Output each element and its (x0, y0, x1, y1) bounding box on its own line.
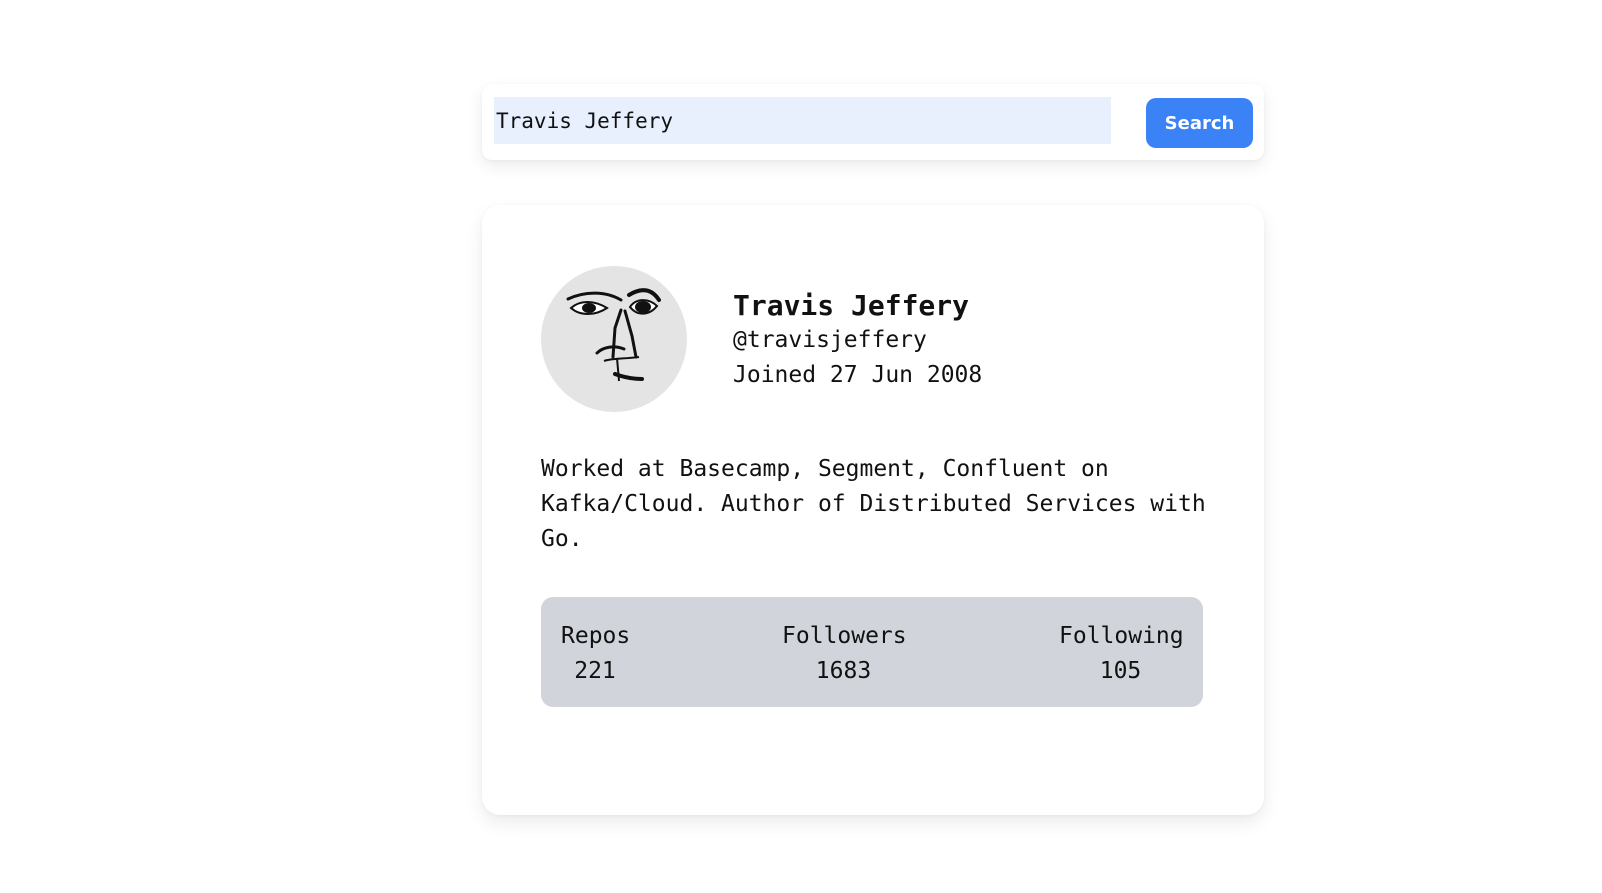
following-stat: Following 105 (1059, 619, 1184, 689)
search-button[interactable]: Search (1146, 98, 1253, 148)
profile-bio: Worked at Basecamp, Segment, Confluent o… (541, 456, 1206, 552)
repos-label: Repos (561, 623, 631, 649)
search-bar: Search (482, 84, 1264, 160)
search-input[interactable] (494, 97, 1111, 144)
stats-panel: Repos 221 Followers 1683 Following 105 (541, 597, 1203, 707)
following-label: Following (1059, 623, 1184, 649)
profile-handle: @travisjeffery (733, 327, 927, 353)
repos-count: 221 (574, 658, 616, 684)
profile-card: Travis Jeffery @travisjeffery Joined 27 … (482, 205, 1264, 815)
repos-stat: Repos 221 (561, 619, 631, 689)
followers-count: 1683 (815, 658, 872, 684)
following-count: 105 (1099, 658, 1142, 684)
profile-joined-date: Joined 27 Jun 2008 (733, 362, 983, 388)
avatar (541, 266, 687, 412)
followers-stat: Followers 1683 (782, 619, 907, 689)
sketched-face-avatar-icon (566, 288, 661, 382)
followers-label: Followers (782, 623, 907, 649)
profile-name: Travis Jeffery (733, 289, 970, 322)
